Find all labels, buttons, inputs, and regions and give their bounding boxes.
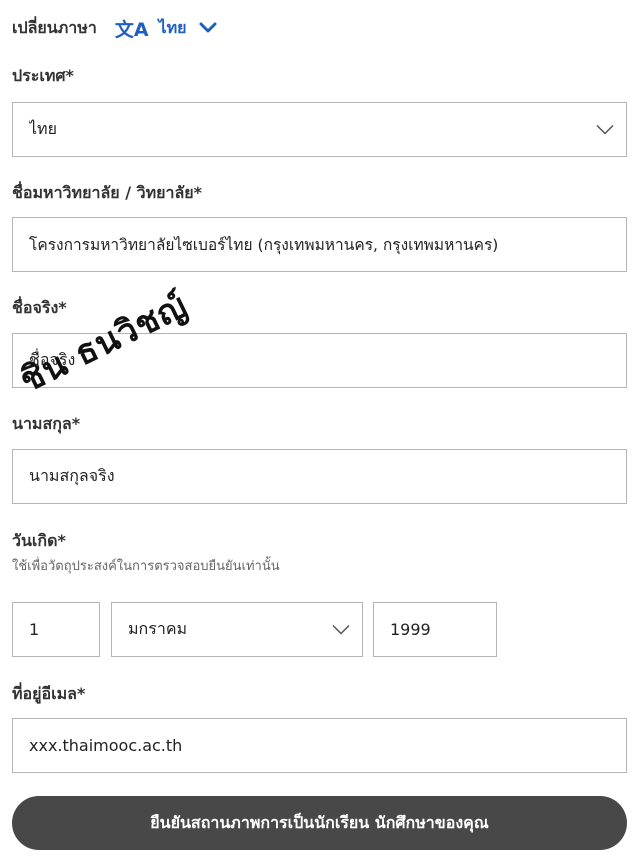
first-name-value: ชื่อจริง <box>29 350 76 369</box>
verify-student-button[interactable]: ยืนยันสถานภาพการเป็นนักเรียน นักศึกษาของ… <box>12 796 627 850</box>
last-name-field[interactable]: นามสกุลจริง <box>12 449 627 504</box>
email-value: xxx.thaimooc.ac.th <box>29 736 183 755</box>
first-name-field[interactable]: ชื่อจริง <box>12 333 627 388</box>
country-label: ประเทศ* <box>12 66 74 85</box>
birthdate-label: วันเกิด* <box>12 531 66 550</box>
country-select[interactable]: ไทย <box>12 102 627 157</box>
email-label: ที่อยู่อีเมล* <box>12 684 86 703</box>
birth-month-select[interactable]: มกราคม <box>111 602 363 657</box>
language-label: เปลี่ยนภาษา <box>12 17 97 37</box>
birth-year-value: 1999 <box>390 620 431 639</box>
birth-day-value: 1 <box>29 620 40 639</box>
email-field[interactable]: xxx.thaimooc.ac.th <box>12 718 627 773</box>
birth-month-value: มกราคม <box>128 619 188 638</box>
chevron-down-icon <box>332 624 350 635</box>
university-label: ชื่อมหาวิทยาลัย / วิทยาลัย* <box>12 183 203 202</box>
language-switcher[interactable]: 文A ไทย <box>115 15 217 42</box>
last-name-label: นามสกุล* <box>12 414 81 433</box>
chevron-down-icon <box>596 124 614 135</box>
country-value: ไทย <box>29 119 57 138</box>
birth-year-field[interactable]: 1999 <box>373 602 497 657</box>
birth-day-field[interactable]: 1 <box>12 602 100 657</box>
chevron-down-icon <box>199 22 216 33</box>
birthdate-helper: ใช้เพื่อวัตถุประสงค์ในการตรวจสอบยืนยันเท… <box>12 559 280 574</box>
language-row: เปลี่ยนภาษา 文A ไทย <box>12 14 217 42</box>
first-name-label: ชื่อจริง* <box>12 298 67 317</box>
last-name-value: นามสกุลจริง <box>29 466 115 485</box>
translate-icon: 文A <box>114 18 149 41</box>
language-value: ไทย <box>158 17 187 37</box>
university-value: โครงการมหาวิทยาลัยไซเบอร์ไทย (กรุงเทพมหา… <box>29 236 499 254</box>
university-field[interactable]: โครงการมหาวิทยาลัยไซเบอร์ไทย (กรุงเทพมหา… <box>12 217 627 272</box>
